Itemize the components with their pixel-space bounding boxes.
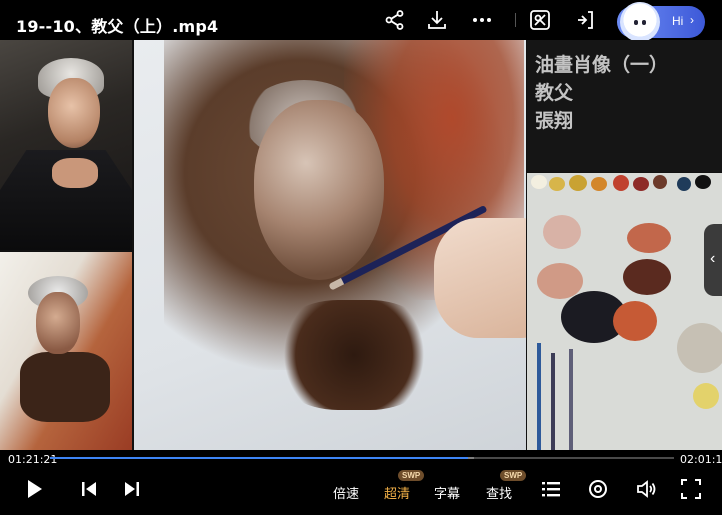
played-bar xyxy=(50,457,468,459)
title-overlay: 油畫肖像（一） 教父 張翔 xyxy=(527,40,722,172)
progress-area: 01:21:21 02:01:14 xyxy=(0,450,722,466)
playlist-button[interactable] xyxy=(539,477,563,501)
share-icon[interactable] xyxy=(383,8,407,32)
current-time: 01:21:21 xyxy=(8,453,58,466)
fullscreen-button[interactable] xyxy=(679,477,703,501)
screenshot-icon[interactable] xyxy=(528,8,552,32)
subtitle-button[interactable]: 字幕 xyxy=(434,483,460,502)
fullscreen-icon xyxy=(681,479,701,499)
more-icon[interactable] xyxy=(470,8,494,32)
top-bar: 19--10、教父（上）.mp4 Hi › xyxy=(0,0,722,42)
overlay-artist: 張翔 xyxy=(535,110,574,132)
search-button[interactable]: 查找 xyxy=(486,483,512,502)
progress-track[interactable] xyxy=(50,457,674,459)
previous-icon xyxy=(82,482,96,496)
quality-badge: SWP xyxy=(398,470,425,481)
next-icon xyxy=(125,482,139,496)
next-button[interactable] xyxy=(120,477,144,501)
total-time: 02:01:14 xyxy=(680,453,722,466)
reference-painting xyxy=(0,252,132,450)
video-title: 19--10、教父（上）.mp4 xyxy=(16,17,219,36)
painting-canvas xyxy=(134,40,526,450)
overlay-title: 油畫肖像（一） xyxy=(535,54,669,76)
play-button[interactable] xyxy=(22,477,46,501)
pip-icon[interactable] xyxy=(574,8,598,32)
chevron-right-icon: › xyxy=(690,13,694,27)
download-icon[interactable] xyxy=(425,8,449,32)
reference-photo xyxy=(0,40,132,250)
playlist-icon xyxy=(542,482,560,497)
quality-button[interactable]: 超清 xyxy=(384,483,410,502)
volume-button[interactable] xyxy=(634,477,658,501)
control-bar: 倍速 SWP 超清 字幕 SWP 查找 xyxy=(0,466,722,515)
settings-button[interactable] xyxy=(586,477,610,501)
play-icon xyxy=(28,480,42,498)
paint-palette xyxy=(527,173,722,450)
previous-button[interactable] xyxy=(77,477,101,501)
chevron-left-icon: ‹ xyxy=(710,250,716,267)
assistant-avatar[interactable] xyxy=(620,2,660,42)
toolbar-divider xyxy=(515,13,516,27)
overlay-subject: 教父 xyxy=(535,82,574,104)
search-badge: SWP xyxy=(500,470,527,481)
buffered-bar xyxy=(468,457,474,459)
side-panel-toggle[interactable]: ‹ xyxy=(704,224,722,296)
assistant-label[interactable]: Hi xyxy=(672,14,683,28)
speed-button[interactable]: 倍速 xyxy=(333,483,359,502)
video-frame[interactable]: 油畫肖像（一） 教父 張翔 ‹ xyxy=(0,40,722,450)
settings-icon xyxy=(589,480,607,498)
volume-icon xyxy=(637,480,656,498)
